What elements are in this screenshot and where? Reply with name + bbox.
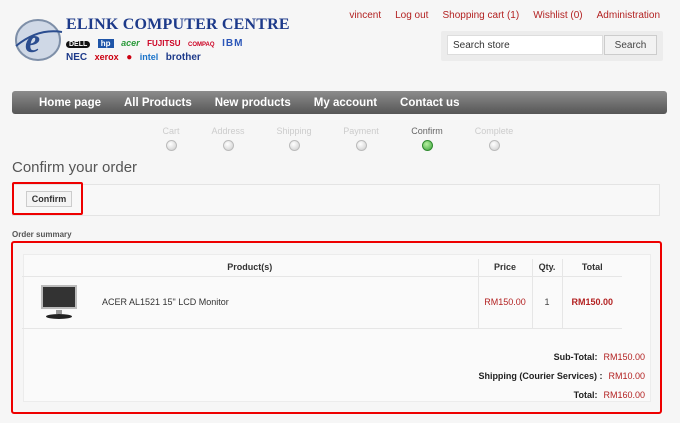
compaq-logo: COMPAQ [188, 42, 215, 48]
nav-home-page[interactable]: Home page [39, 97, 101, 109]
step-indicator-icon [355, 140, 367, 151]
acer-logo: acer [121, 38, 140, 48]
step-cart: Cart [141, 126, 201, 151]
step-indicator-icon [165, 140, 177, 151]
step-indicator-icon [488, 140, 500, 151]
shopping-cart-link[interactable]: Shopping cart (1) [442, 10, 519, 21]
nav-contact-us[interactable]: Contact us [400, 97, 459, 109]
site-logo[interactable]: e ELINK COMPUTER CENTRE DELL hp acer FUJ… [12, 14, 290, 66]
product-qty: 1 [531, 276, 562, 329]
nav-my-account[interactable]: My account [314, 97, 377, 109]
nav-new-products[interactable]: New products [215, 97, 291, 109]
order-summary-label: Order summary [12, 230, 72, 239]
product-price: RM150.00 [477, 276, 532, 329]
main-nav: Home page All Products New products My a… [12, 91, 667, 114]
logout-link[interactable]: Log out [395, 10, 428, 21]
step-indicator-icon [288, 140, 300, 151]
table-header-row: Product(s) Price Qty. Total [22, 259, 622, 277]
toshiba-logo: ● [126, 52, 133, 63]
confirm-button[interactable]: Confirm [26, 191, 72, 207]
subtotal-label: Sub-Total: [553, 352, 598, 362]
header-products: Product(s) [22, 259, 478, 277]
shipping-value: RM10.00 [608, 371, 645, 381]
step-label: Confirm [411, 126, 443, 136]
header-price: Price [477, 259, 532, 277]
brand-logos-row2: NEC xerox ● intel brother [66, 52, 206, 63]
total-row: Total: RM160.00 [574, 390, 645, 400]
dell-logo: DELL [66, 41, 91, 48]
shipping-row: Shipping (Courier Services) : RM10.00 [478, 371, 645, 381]
nec-logo: NEC [66, 52, 88, 63]
step-confirm: Confirm [397, 126, 457, 151]
checkout-steps: Cart Address Shipping Payment Confirm Co… [0, 126, 680, 156]
step-address: Address [198, 126, 258, 151]
step-label: Cart [162, 126, 180, 136]
fujitsu-logo: FUJITSU [147, 39, 181, 48]
xerox-logo: xerox [94, 52, 119, 62]
brand-title: ELINK COMPUTER CENTRE [66, 16, 290, 33]
step-active-indicator-icon [421, 140, 433, 151]
step-payment: Payment [331, 126, 391, 151]
elink-e-globe-icon: e [15, 19, 63, 61]
step-indicator-icon [222, 140, 234, 151]
brother-logo: brother [165, 52, 201, 63]
intel-logo: intel [139, 52, 159, 62]
product-name[interactable]: ACER AL1521 15" LCD Monitor [102, 297, 229, 307]
brand-logos-row1: DELL hp acer FUJITSU COMPAQ IBM [66, 38, 248, 49]
step-complete: Complete [464, 126, 524, 151]
step-label: Payment [343, 126, 379, 136]
search-input[interactable] [447, 35, 603, 55]
svg-text:e: e [25, 23, 40, 60]
step-label: Complete [474, 126, 514, 136]
wishlist-link[interactable]: Wishlist (0) [533, 10, 582, 21]
nav-all-products[interactable]: All Products [124, 97, 192, 109]
account-link[interactable]: vincent [349, 10, 381, 21]
total-label: Total: [573, 390, 598, 400]
subtotal-value: RM150.00 [603, 352, 645, 362]
product-total: RM150.00 [561, 276, 622, 329]
step-label: Shipping [276, 126, 312, 136]
confirm-panel [12, 184, 660, 216]
header-qty: Qty. [531, 259, 562, 277]
header-links: vincent Log out Shopping cart (1) Wishli… [349, 10, 660, 21]
order-summary-table: Product(s) Price Qty. Total ACER AL1521 … [22, 259, 622, 329]
ibm-logo: IBM [222, 38, 244, 49]
search-box: Search [441, 31, 663, 61]
product-cell: ACER AL1521 15" LCD Monitor [22, 276, 478, 329]
lcd-monitor-icon[interactable] [40, 284, 80, 320]
step-label: Address [211, 126, 245, 136]
shipping-label: Shipping (Courier Services) : [478, 371, 603, 381]
search-button[interactable]: Search [604, 35, 657, 55]
administration-link[interactable]: Administration [597, 10, 660, 21]
table-row: ACER AL1521 15" LCD Monitor RM150.00 1 R… [22, 276, 622, 329]
total-value: RM160.00 [603, 390, 645, 400]
header-total: Total [561, 259, 622, 277]
page-title: Confirm your order [12, 159, 138, 176]
step-shipping: Shipping [264, 126, 324, 151]
hp-logo: hp [97, 39, 114, 48]
subtotal-row: Sub-Total: RM150.00 [554, 352, 645, 362]
